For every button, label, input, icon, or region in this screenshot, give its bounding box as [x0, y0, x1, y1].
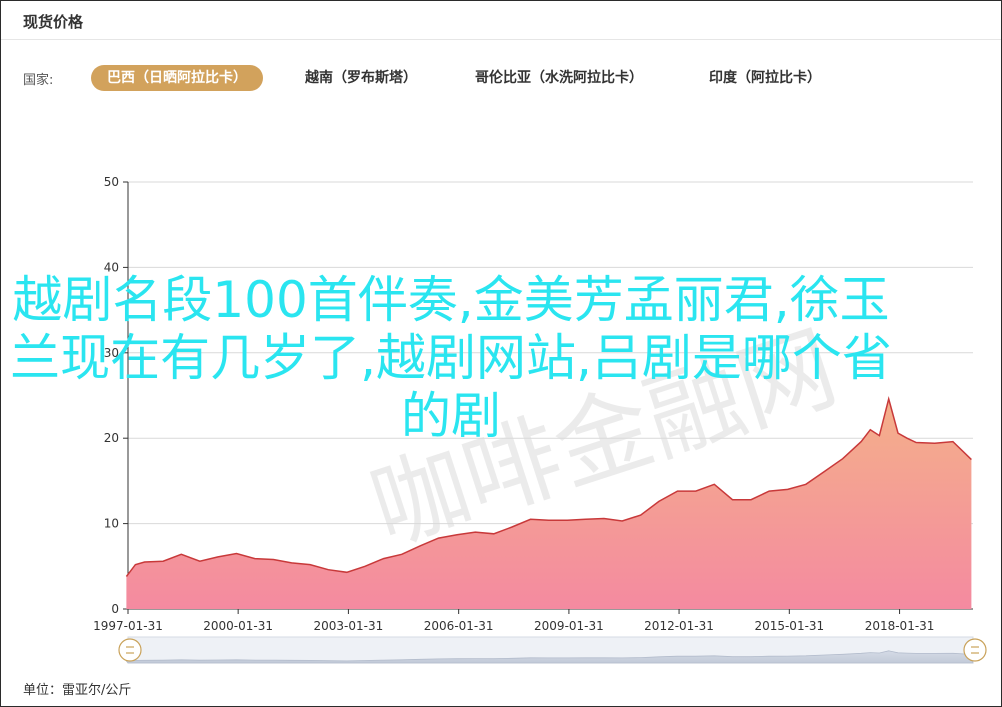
y-tick-label-0: 0 — [111, 602, 119, 616]
navigator-handle-right[interactable] — [963, 638, 987, 662]
x-tick-label-1997-01-31: 1997-01-31 — [93, 619, 163, 633]
price-chart: 0 10 20 30 40 50 1997-01-31 2000-01-31 2003-01-3… — [93, 175, 987, 664]
series-area — [126, 398, 972, 609]
y-tick-label-50: 50 — [104, 175, 119, 189]
y-tick-label-10: 10 — [104, 517, 119, 531]
x-tick-label-2003-01-31: 2003-01-31 — [314, 619, 384, 633]
y-tick-label-40: 40 — [104, 260, 119, 274]
y-tick-label-20: 20 — [104, 431, 119, 445]
x-tick-label-2015-01-31: 2015-01-31 — [754, 619, 824, 633]
y-tick-label-30: 30 — [104, 346, 119, 360]
x-tick-label-2000-01-31: 2000-01-31 — [203, 619, 273, 633]
x-tick-label-2009-01-31: 2009-01-31 — [534, 619, 604, 633]
x-tick-label-2018-01-31: 2018-01-31 — [865, 619, 935, 633]
navigator-handle-left[interactable] — [118, 638, 142, 662]
x-tick-label-2006-01-31: 2006-01-31 — [424, 619, 494, 633]
x-tick-label-2012-01-31: 2012-01-31 — [644, 619, 714, 633]
chart-panel: 现货价格 国家: 巴西（日晒阿拉比卡） 越南（罗布斯塔） 哥伦比亚（水洗阿拉比卡… — [0, 0, 1002, 707]
unit-label: 单位：雷亚尔/公斤 — [23, 683, 132, 698]
